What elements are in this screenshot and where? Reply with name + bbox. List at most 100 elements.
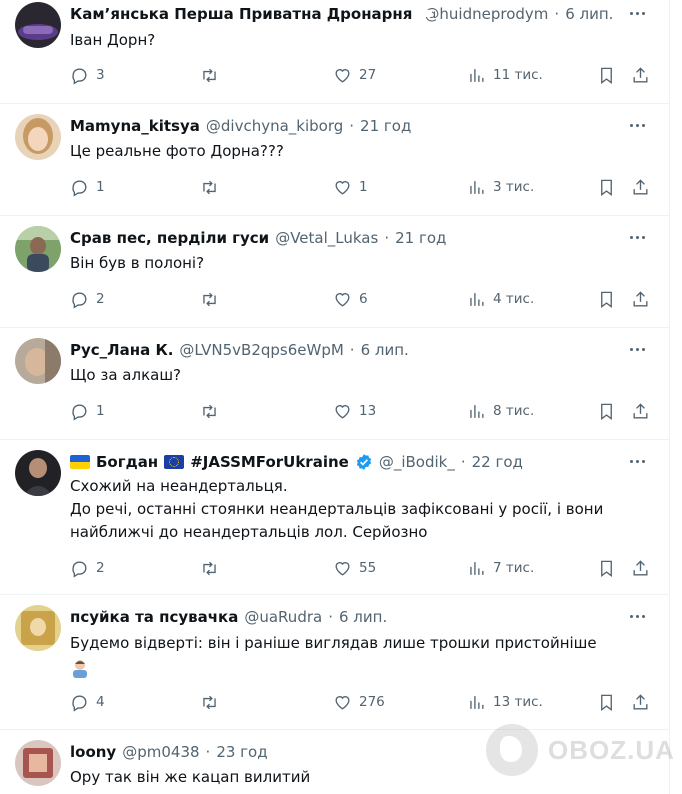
views-icon [470, 695, 484, 709]
reply-button[interactable]: 2 [70, 557, 105, 579]
reply-button[interactable]: 4 [70, 691, 105, 713]
display-name[interactable]: Богдан [96, 451, 158, 473]
bookmark-button[interactable] [597, 288, 616, 310]
tweet[interactable]: Mamyna_kitsya @divchyna_kiborg · 21 год … [0, 104, 670, 216]
share-button[interactable] [631, 557, 650, 579]
reply-button[interactable]: 3 [70, 64, 105, 86]
avatar[interactable] [15, 226, 61, 272]
avatar[interactable] [15, 338, 61, 384]
views-count: 8 тис. [493, 403, 535, 419]
bookmark-button[interactable] [597, 176, 616, 198]
avatar[interactable] [15, 2, 61, 48]
avatar[interactable] [15, 740, 61, 786]
more-options-icon[interactable] [630, 346, 648, 352]
display-name[interactable]: Mamyna_kitsya [70, 115, 200, 137]
display-name[interactable]: Кам’янська Перша Приватна Дронарня [70, 3, 412, 25]
tweet[interactable]: Срав пес, перділи гуси @Vetal_Lukas · 21… [0, 216, 670, 328]
tweet[interactable]: Кам’янська Перша Приватна Дронарня @huid… [0, 0, 670, 104]
like-count: 13 [359, 403, 377, 419]
views-button[interactable]: 3 тис. [467, 176, 534, 198]
verified-badge-icon[interactable] [355, 453, 373, 471]
retweet-button[interactable] [200, 288, 219, 310]
retweet-button[interactable] [200, 64, 219, 86]
views-icon [470, 561, 484, 575]
like-button[interactable]: 276 [333, 691, 385, 713]
display-name-hashtag[interactable]: #JASSMForUkraine [190, 451, 349, 473]
user-handle[interactable]: @_iBodik_ [379, 451, 455, 473]
bookmark-button[interactable] [597, 400, 616, 422]
like-count: 27 [359, 67, 377, 83]
tweet-text: Що за алкаш? [70, 366, 182, 384]
timestamp[interactable]: 6 лип. [361, 339, 409, 361]
tweet-actions: 2 6 4 тис. [70, 288, 655, 310]
more-options-icon[interactable] [630, 458, 648, 464]
tweet-header: Рус_Лана К. @LVN5vB2qps6eWpM · 6 лип. [70, 339, 610, 361]
like-button[interactable]: 55 [333, 557, 376, 579]
like-button[interactable]: 6 [333, 288, 368, 310]
timestamp[interactable]: 23 год [216, 741, 267, 763]
avatar[interactable] [15, 114, 61, 160]
retweet-button[interactable] [200, 557, 219, 579]
share-button[interactable] [631, 691, 650, 713]
user-handle[interactable]: @huidneprodym [424, 3, 548, 25]
views-button[interactable]: 7 тис. [467, 557, 534, 579]
reply-count: 3 [96, 67, 105, 83]
reply-button[interactable]: 2 [70, 288, 105, 310]
like-button[interactable]: 1 [333, 176, 368, 198]
tweet-text: Схожий на неандертальця. До речі, останн… [70, 477, 604, 541]
tweet-text: Це реальне фото Дорна??? [70, 142, 284, 160]
user-handle[interactable]: @pm0438 [122, 741, 199, 763]
retweet-button[interactable] [200, 691, 219, 713]
heart-icon [335, 292, 350, 307]
reply-button[interactable]: 1 [70, 400, 105, 422]
tweet[interactable]: псуйка та псувачка @uaRudra · 6 лип. Буд… [0, 595, 670, 730]
user-handle[interactable]: @uaRudra [244, 606, 322, 628]
like-button[interactable]: 13 [333, 400, 376, 422]
bookmark-button[interactable] [597, 557, 616, 579]
user-handle[interactable]: @LVN5vB2qps6eWpM [179, 339, 343, 361]
timestamp[interactable]: 21 год [360, 115, 411, 137]
user-handle[interactable]: @Vetal_Lukas [275, 227, 378, 249]
share-button[interactable] [631, 64, 650, 86]
bookmark-icon [601, 694, 612, 711]
share-icon [633, 402, 648, 419]
more-options-icon[interactable] [630, 613, 648, 619]
retweet-icon [203, 68, 216, 82]
display-name[interactable]: Срав пес, перділи гуси [70, 227, 269, 249]
more-options-icon[interactable] [630, 122, 648, 128]
avatar[interactable] [15, 450, 61, 496]
user-handle[interactable]: @divchyna_kiborg [206, 115, 343, 137]
retweet-button[interactable] [200, 176, 219, 198]
share-button[interactable] [631, 176, 650, 198]
views-button[interactable]: 13 тис. [467, 691, 543, 713]
reply-count: 1 [96, 179, 105, 195]
views-button[interactable]: 8 тис. [467, 400, 534, 422]
display-name[interactable]: псуйка та псувачка [70, 606, 238, 628]
share-icon [633, 66, 648, 83]
avatar[interactable] [15, 605, 61, 651]
views-button[interactable]: 4 тис. [467, 288, 534, 310]
timestamp[interactable]: 22 год [472, 451, 523, 473]
reply-icon [72, 560, 87, 578]
views-button[interactable]: 11 тис. [467, 64, 543, 86]
reply-button[interactable]: 1 [70, 176, 105, 198]
bookmark-button[interactable] [597, 64, 616, 86]
display-name[interactable]: loony [70, 741, 116, 763]
share-button[interactable] [631, 400, 650, 422]
views-count: 3 тис. [493, 179, 535, 195]
views-count: 11 тис. [493, 67, 543, 83]
bookmark-button[interactable] [597, 691, 616, 713]
share-button[interactable] [631, 288, 650, 310]
timestamp[interactable]: 6 лип. [339, 606, 387, 628]
more-options-icon[interactable] [630, 234, 648, 240]
retweet-button[interactable] [200, 400, 219, 422]
display-name[interactable]: Рус_Лана К. [70, 339, 173, 361]
views-icon [470, 68, 484, 82]
timestamp[interactable]: 21 год [395, 227, 446, 249]
tweet[interactable]: Богдан #JASSMForUkraine @_iBodik_ · 22 г… [0, 440, 670, 595]
more-options-icon[interactable] [630, 10, 648, 16]
timestamp[interactable]: 6 лип. [565, 3, 613, 25]
like-count: 276 [359, 694, 385, 710]
tweet[interactable]: Рус_Лана К. @LVN5vB2qps6eWpM · 6 лип. Що… [0, 328, 670, 440]
like-button[interactable]: 27 [333, 64, 376, 86]
